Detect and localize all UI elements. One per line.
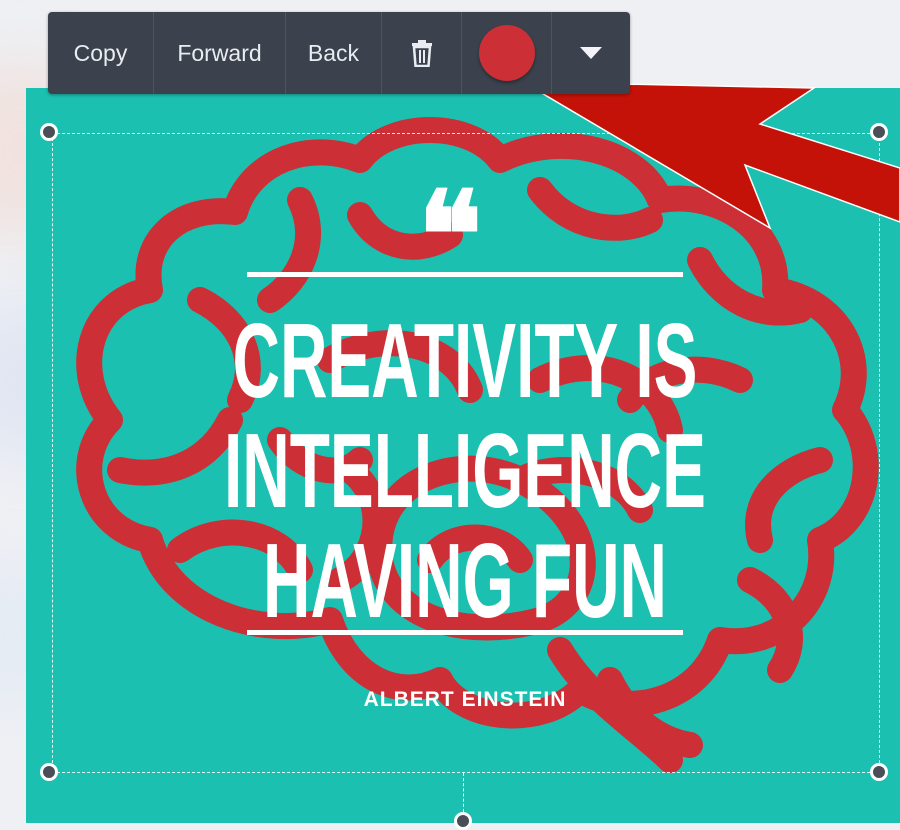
back-button[interactable]: Back [286,12,382,94]
caret-down-icon [580,47,602,59]
more-options-button[interactable] [552,12,630,94]
color-picker-button[interactable] [462,12,552,94]
color-swatch [478,25,535,81]
forward-button[interactable]: Forward [154,12,286,94]
trash-icon [411,40,432,67]
delete-button[interactable] [382,12,462,94]
copy-button[interactable]: Copy [48,12,154,94]
pointer-arrow-icon [520,81,900,230]
element-toolbar: Copy Forward Back [48,12,630,94]
